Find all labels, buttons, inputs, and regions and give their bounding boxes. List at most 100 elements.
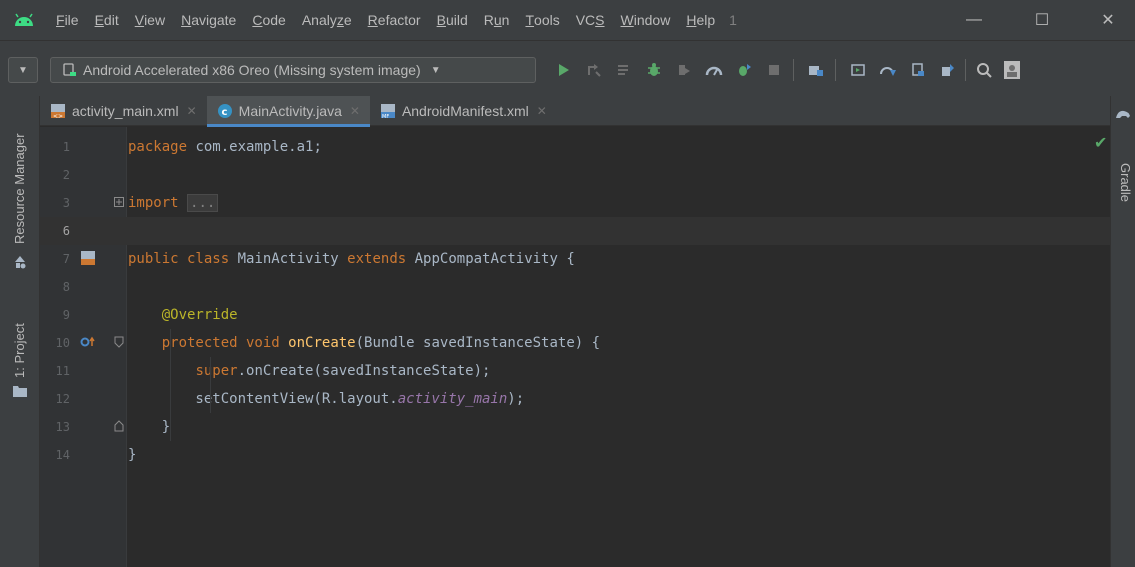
folded-imports[interactable]: ... — [187, 194, 219, 212]
menu-item[interactable]: Navigate — [173, 0, 244, 40]
search-icon[interactable] — [972, 57, 996, 83]
fold-expand-icon[interactable] — [114, 189, 124, 217]
menu-item-text: V — [134, 12, 145, 28]
maximize-button[interactable]: ☐ — [1019, 0, 1065, 40]
line-number: 13 — [55, 420, 70, 434]
run-icon[interactable] — [552, 57, 576, 83]
editor-tab[interactable]: MF AndroidManifest.xml ✕ — [370, 96, 557, 126]
code-line: 10 protected void onCreate(Bundle savedI… — [40, 329, 1110, 357]
menu-item-text: n — [501, 12, 510, 28]
tab-label: activity_main.xml — [72, 103, 179, 119]
line-number: 9 — [62, 308, 70, 322]
menu-item-text: efactor — [377, 12, 421, 28]
avd-manager-icon[interactable] — [846, 57, 870, 83]
apply-code-changes-icon[interactable] — [612, 57, 636, 83]
menu-item-text: T — [525, 12, 535, 28]
chevron-down-icon[interactable]: ▼ — [8, 57, 38, 83]
tab-label: MainActivity.java — [238, 103, 342, 119]
code-token: setContentView(R.layout. — [128, 391, 398, 407]
device-selector[interactable]: Android Accelerated x86 Oreo (Missing sy… — [50, 57, 536, 83]
menu-item[interactable]: Window — [613, 0, 679, 40]
menu-item[interactable]: Refactor — [360, 0, 429, 40]
code-line: 2 — [40, 161, 1110, 189]
menu-item-text: N — [181, 12, 192, 28]
toolbar-divider — [965, 59, 966, 81]
line-number: 14 — [55, 448, 70, 462]
stop-icon[interactable] — [762, 57, 786, 83]
close-window-button[interactable]: ✕ — [1085, 0, 1131, 40]
device-file-icon[interactable] — [906, 57, 930, 83]
line-number: 3 — [62, 196, 70, 210]
code-token: activity_main — [397, 391, 508, 407]
menu-item[interactable]: File — [48, 0, 87, 40]
menu-item[interactable]: VC S — [568, 0, 613, 40]
menu-item-text: z — [336, 12, 344, 28]
code-token: } — [128, 447, 137, 463]
code-token: (Bundle savedInstanceState) { — [355, 335, 601, 351]
code-token: @Override — [161, 307, 238, 323]
apply-changes-icon[interactable] — [582, 57, 606, 83]
no-problems-check-icon: ✔ — [1094, 135, 1108, 152]
fold-collapse-icon[interactable] — [114, 329, 124, 357]
close-tab-icon[interactable]: ✕ — [537, 104, 547, 118]
gradle-tab[interactable]: Gradle — [1111, 126, 1135, 202]
sync-gradle-icon[interactable] — [804, 57, 828, 83]
project-label: 1: Project — [12, 323, 27, 378]
sdk-manager-icon[interactable] — [876, 57, 900, 83]
gradle-label: Gradle — [1118, 163, 1133, 203]
folder-icon — [13, 385, 27, 400]
menu-item[interactable]: Build — [429, 0, 476, 40]
menu-item[interactable]: Run — [476, 0, 518, 40]
svg-text:MF: MF — [382, 114, 389, 119]
left-tool-strip: Resource Manager 1: Project — [0, 96, 40, 567]
menu-item[interactable]: Tools — [517, 0, 567, 40]
menu-item-text: C — [252, 12, 263, 28]
menu-item[interactable]: Help — [678, 0, 723, 40]
line-number: 6 — [62, 224, 70, 238]
attach-process-icon[interactable] — [732, 57, 756, 83]
resource-manager-tab[interactable]: Resource Manager — [0, 100, 40, 250]
attach-debugger-icon[interactable] — [672, 57, 696, 83]
code-editor[interactable]: 1 package com.example.a1; 2 3 import ... 6 7 pu… — [40, 127, 1110, 567]
tab-label: AndroidManifest.xml — [401, 103, 529, 119]
menu-item[interactable]: Analy z e — [294, 0, 360, 40]
user-avatar-icon[interactable] — [1000, 57, 1024, 83]
menu-bar: File Edit View Navigate Code Analy z e Refactor B… — [0, 0, 1135, 40]
editor-tabs: <> activity_main.xml ✕ c MainActivity.java ✕ M… — [40, 96, 1110, 127]
close-tab-icon[interactable]: ✕ — [350, 104, 360, 118]
code-token: extends — [347, 251, 407, 267]
menu-item-text: E — [94, 12, 104, 28]
java-class-icon: c — [217, 103, 233, 119]
indent-guide — [170, 329, 171, 441]
line-number: 2 — [62, 168, 70, 182]
menu-item[interactable]: Code — [244, 0, 293, 40]
menu-item[interactable]: View — [127, 0, 173, 40]
menu-item[interactable]: Edit — [87, 0, 127, 40]
right-tool-strip: Gradle — [1110, 96, 1135, 567]
android-studio-logo-icon — [0, 0, 48, 40]
project-tab[interactable]: 1: Project — [0, 306, 40, 386]
override-method-icon[interactable] — [80, 329, 98, 357]
code-line: 13 } — [40, 413, 1110, 441]
close-tab-icon[interactable]: ✕ — [187, 104, 197, 118]
code-token: protected void — [161, 335, 280, 351]
code-line: 7 public class MainActivity extends AppCo… — [40, 245, 1110, 273]
code-token: com.example.a1; — [187, 139, 322, 155]
menu-item-text: ools — [534, 12, 560, 28]
code-text: protected void onCreate(Bundle savedInst… — [128, 329, 600, 357]
editor-tab[interactable]: <> activity_main.xml ✕ — [40, 96, 207, 126]
fold-end-icon[interactable] — [114, 413, 124, 441]
toolbar-divider — [835, 59, 836, 81]
xml-file-icon: <> — [50, 103, 66, 119]
editor-tab[interactable]: c MainActivity.java ✕ — [206, 96, 371, 127]
layout-inspector-icon[interactable] — [936, 57, 960, 83]
line-number: 7 — [62, 252, 70, 266]
minimize-button[interactable]: — — [951, 0, 997, 40]
line-number: 1 — [62, 140, 70, 154]
code-token: ); — [507, 391, 525, 407]
debug-icon[interactable] — [642, 57, 666, 83]
profile-icon[interactable] — [702, 57, 726, 83]
layout-file-link-icon[interactable] — [80, 245, 96, 273]
